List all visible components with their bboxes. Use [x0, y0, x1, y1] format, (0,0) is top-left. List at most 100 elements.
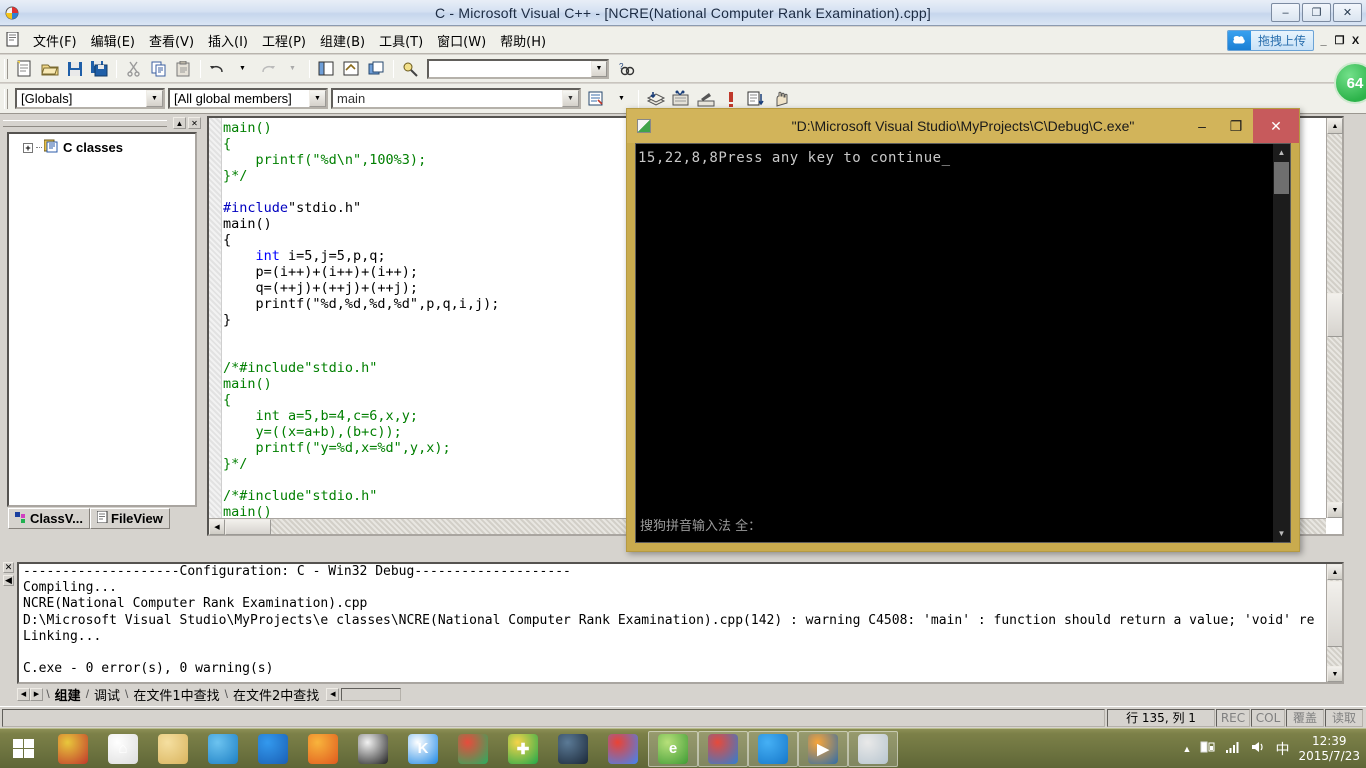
- output-text-area[interactable]: --------------------Configuration: C - W…: [17, 562, 1344, 684]
- menu-item-view[interactable]: 查看(V): [142, 28, 201, 53]
- taskbar-window-active[interactable]: [848, 730, 898, 767]
- output-close-button[interactable]: ✕: [3, 562, 14, 573]
- workspace-close-button[interactable]: ✕: [188, 117, 201, 129]
- copy-icon[interactable]: [147, 58, 170, 80]
- console-scroll-thumb[interactable]: [1274, 162, 1289, 194]
- taskbar-sogou[interactable]: [48, 730, 98, 768]
- members-combobox-arrow[interactable]: ▼: [309, 90, 326, 107]
- redo-dropdown-icon[interactable]: ▼: [281, 58, 304, 80]
- editor-scroll-up-button[interactable]: ▲: [1327, 118, 1343, 134]
- class-combobox-arrow[interactable]: ▼: [146, 90, 163, 107]
- taskbar-360[interactable]: [448, 730, 498, 768]
- find-next-icon[interactable]: ?: [615, 58, 638, 80]
- new-file-icon[interactable]: [13, 58, 36, 80]
- output-tab-find-in-files-2[interactable]: 在文件2中查找: [228, 685, 324, 704]
- taskbar-explorer[interactable]: [148, 730, 198, 768]
- console-minimize-button[interactable]: –: [1185, 109, 1219, 143]
- save-file-icon[interactable]: [63, 58, 86, 80]
- undo-icon[interactable]: [206, 58, 229, 80]
- tray-clock[interactable]: 12:39 2015/7/23: [1298, 734, 1360, 764]
- output-tab-find-in-files-1[interactable]: 在文件1中查找: [128, 685, 224, 704]
- class-combobox[interactable]: [Globals] ▼: [15, 88, 165, 109]
- editor-hscroll-thumb[interactable]: [225, 519, 271, 535]
- window-restore-button[interactable]: ❐: [1302, 3, 1331, 22]
- tray-ime-indicator[interactable]: 中: [1275, 739, 1289, 759]
- output-vscroll-down-button[interactable]: ▼: [1327, 666, 1342, 682]
- tray-network-icon[interactable]: [1225, 740, 1241, 757]
- menu-item-tools[interactable]: 工具(T): [372, 28, 430, 53]
- members-combobox[interactable]: [All global members] ▼: [168, 88, 328, 109]
- menu-item-insert[interactable]: 插入(I): [201, 28, 255, 53]
- save-all-icon[interactable]: [88, 58, 111, 80]
- find-in-files-icon[interactable]: [399, 58, 422, 80]
- mdi-restore-button[interactable]: ❐: [1332, 31, 1347, 47]
- menu-item-file[interactable]: 文件(F): [26, 28, 84, 53]
- taskbar-qqbrowser[interactable]: [198, 730, 248, 768]
- insert-breakpoint-icon[interactable]: [769, 88, 792, 110]
- editor-scroll-left-button[interactable]: ◀: [209, 519, 225, 535]
- wizardbar-grip[interactable]: [4, 88, 8, 109]
- output-vertical-scrollbar[interactable]: ▲ ▼: [1326, 564, 1342, 682]
- console-maximize-button[interactable]: ❐: [1219, 109, 1253, 143]
- taskbar-visual-cpp[interactable]: [698, 730, 748, 767]
- console-scroll-up-button[interactable]: ▲: [1273, 144, 1290, 161]
- start-button[interactable]: [0, 730, 48, 768]
- menu-item-window[interactable]: 窗口(W): [430, 28, 493, 53]
- build-icon[interactable]: [669, 88, 692, 110]
- compile-icon[interactable]: [644, 88, 667, 110]
- tray-volume-icon[interactable]: [1250, 740, 1266, 757]
- taskbar-qq[interactable]: [348, 730, 398, 768]
- execute-program-icon[interactable]: [719, 88, 742, 110]
- workspace-window-icon[interactable]: [315, 58, 338, 80]
- find-dropdown-arrow[interactable]: ▼: [591, 60, 607, 77]
- output-tabs-track[interactable]: [341, 687, 402, 701]
- taskbar-baidu-cloud[interactable]: [748, 730, 798, 767]
- output-tabs-left-arrow[interactable]: ◀: [17, 687, 30, 701]
- paste-icon[interactable]: [172, 58, 195, 80]
- go-debug-icon[interactable]: [744, 88, 767, 110]
- output-tabs-right-arrow[interactable]: ▶: [30, 687, 43, 701]
- taskbar-home[interactable]: ⌂: [98, 730, 148, 768]
- taskbar-firefox[interactable]: [298, 730, 348, 768]
- console-scroll-down-button[interactable]: ▼: [1273, 525, 1290, 542]
- tab-classview[interactable]: ClassV...: [8, 508, 91, 529]
- tree-expand-icon[interactable]: +: [23, 142, 33, 153]
- window-list-icon[interactable]: [365, 58, 388, 80]
- editor-scroll-down-button[interactable]: ▼: [1327, 502, 1343, 518]
- taskbar-ie-360se[interactable]: e: [648, 730, 698, 767]
- wizardbar-actions-icon[interactable]: [585, 88, 608, 110]
- workspace-collapse-button[interactable]: ▲: [173, 117, 186, 129]
- output-tab-build[interactable]: 组建: [50, 685, 86, 704]
- undo-dropdown-icon[interactable]: ▼: [231, 58, 254, 80]
- window-close-button[interactable]: ✕: [1333, 3, 1362, 22]
- function-combobox-arrow[interactable]: ▼: [562, 90, 579, 107]
- menu-item-build[interactable]: 组建(B): [313, 28, 372, 53]
- console-window[interactable]: "D:\Microsoft Visual Studio\MyProjects\C…: [626, 108, 1300, 552]
- function-combobox[interactable]: main ▼: [331, 88, 581, 109]
- output-vscroll-up-button[interactable]: ▲: [1327, 564, 1342, 580]
- tray-show-hidden-icon[interactable]: ▲: [1183, 744, 1192, 754]
- open-file-icon[interactable]: [38, 58, 61, 80]
- menu-item-project[interactable]: 工程(P): [255, 28, 313, 53]
- mdi-minimize-button[interactable]: _: [1316, 31, 1331, 47]
- cut-icon[interactable]: [122, 58, 145, 80]
- menu-item-edit[interactable]: 编辑(E): [84, 28, 142, 53]
- redo-icon[interactable]: [256, 58, 279, 80]
- taskbar-kingsoft[interactable]: K: [398, 730, 448, 768]
- tree-item-c-classes[interactable]: + C classes: [9, 134, 195, 156]
- taskbar-steam[interactable]: [548, 730, 598, 768]
- output-tab-debug[interactable]: 调试: [89, 685, 125, 704]
- taskbar-media-player[interactable]: ▶: [798, 730, 848, 767]
- console-scrollbar[interactable]: ▲ ▼: [1273, 144, 1290, 542]
- output-vscroll-thumb[interactable]: [1327, 581, 1342, 647]
- output-scroll-up-button[interactable]: ◀: [3, 575, 14, 586]
- taskbar-chrome[interactable]: [598, 730, 648, 768]
- window-minimize-button[interactable]: –: [1271, 3, 1300, 22]
- taskbar-thunder[interactable]: [248, 730, 298, 768]
- editor-scroll-thumb[interactable]: [1327, 293, 1343, 337]
- output-tabs-scroll-left[interactable]: ◀: [326, 687, 340, 701]
- stop-build-icon[interactable]: [694, 88, 717, 110]
- workspace-drag-grip[interactable]: [3, 119, 167, 127]
- baidu-upload-button[interactable]: 拖拽上传: [1226, 30, 1314, 51]
- wizardbar-dropdown-icon[interactable]: ▼: [610, 88, 633, 110]
